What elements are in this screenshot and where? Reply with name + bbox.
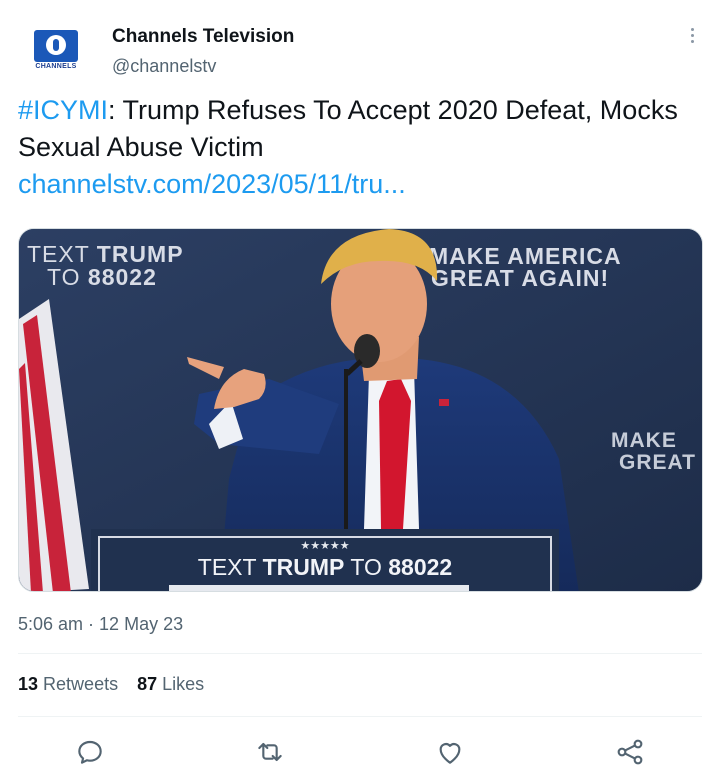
- avatar-label: CHANNELS: [35, 63, 77, 70]
- globe-icon: [46, 35, 66, 55]
- retweets-stat[interactable]: 13 Retweets: [18, 674, 118, 694]
- tweet-date: 12 May 23: [99, 614, 184, 634]
- retweets-count: 13: [18, 674, 39, 694]
- sign-text-2a: TO: [47, 264, 88, 290]
- tweet-body: : Trump Refuses To Accept 2020 Defeat, M…: [18, 95, 678, 162]
- like-icon[interactable]: [434, 736, 466, 768]
- likes-label: Likes: [162, 674, 205, 694]
- podium-text-a: TEXT: [198, 554, 263, 580]
- more-options-icon[interactable]: [682, 26, 702, 48]
- retweet-icon[interactable]: [254, 736, 286, 768]
- podium-text-c: TO: [344, 554, 388, 580]
- sign-text-edge-2: GREAT: [619, 451, 696, 474]
- sign-text-right-2: GREAT AGAIN!: [431, 265, 609, 291]
- sign-text-2b: 88022: [88, 264, 157, 290]
- reply-icon[interactable]: [74, 736, 106, 768]
- share-icon[interactable]: [614, 736, 646, 768]
- sign-text-edge-1: MAKE: [611, 429, 677, 452]
- tweet-stats: 13 Retweets 87 Likes: [18, 674, 218, 695]
- tweet-text: #ICYMI: Trump Refuses To Accept 2020 Def…: [18, 92, 698, 203]
- divider: [18, 653, 702, 654]
- account-handle[interactable]: @channelstv: [112, 56, 216, 77]
- article-link[interactable]: channelstv.com/2023/05/11/tru...: [18, 166, 698, 203]
- divider: [18, 716, 702, 717]
- tweet-header: CHANNELS Channels Television @channelstv: [18, 18, 702, 82]
- retweets-label: Retweets: [43, 674, 119, 694]
- avatar[interactable]: CHANNELS: [34, 30, 78, 74]
- podium-text-b: TRUMP: [263, 554, 345, 580]
- podium-stars: ★★★★★: [300, 539, 349, 552]
- likes-stat[interactable]: 87 Likes: [137, 674, 204, 694]
- likes-count: 87: [137, 674, 158, 694]
- svg-text:TO 88022: TO 88022: [47, 264, 157, 290]
- account-name[interactable]: Channels Television: [112, 26, 294, 48]
- meta-separator: ·: [83, 614, 100, 634]
- channels-logo-icon: [34, 30, 78, 62]
- tweet-time: 5:06 am: [18, 614, 84, 634]
- tweet-image[interactable]: TEXT TRUMP TO 88022 MAKE AMERICA GREAT A…: [18, 228, 703, 592]
- tweet-timestamp[interactable]: 5:06 am · 12 May 23: [18, 614, 183, 635]
- tweet-actions: [18, 728, 702, 776]
- podium-text-d: 88022: [388, 554, 452, 580]
- hashtag-link[interactable]: #ICYMI: [18, 95, 108, 125]
- svg-text:TEXT TRUMP TO 88022: TEXT TRUMP TO 88022: [198, 554, 452, 580]
- rally-photo: TEXT TRUMP TO 88022 MAKE AMERICA GREAT A…: [19, 229, 702, 591]
